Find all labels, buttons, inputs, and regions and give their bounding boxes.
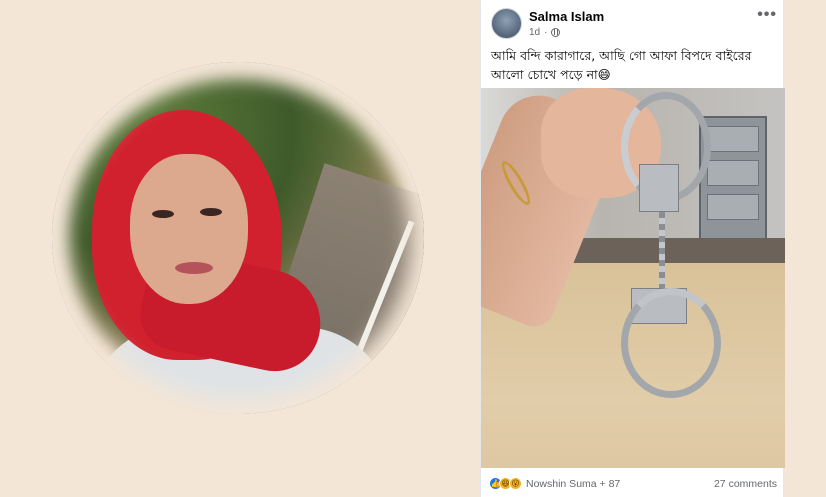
- wow-icon: 😮: [509, 477, 522, 490]
- post-meta: 1d ·: [529, 27, 561, 38]
- reaction-icons[interactable]: 👍 😆 😮: [489, 477, 522, 490]
- post-header: Salma Islam 1d · •••: [481, 0, 785, 44]
- reactions-bar: 👍 😆 😮 Nowshin Suma + 87 27 comments: [481, 470, 785, 497]
- portrait-panel: [0, 0, 470, 497]
- post-time[interactable]: 1d: [529, 27, 540, 38]
- handcuff-ring-bottom: [621, 288, 721, 398]
- post-caption: আমি বন্দি কারাগারে, আছি গো আফা বিপদে বাই…: [491, 48, 752, 82]
- author-name[interactable]: Salma Islam: [529, 9, 604, 24]
- globe-icon: [551, 28, 561, 37]
- drawer: [707, 126, 759, 152]
- facebook-post-card: Salma Islam 1d · ••• আমি বন্দি কারাগারে,…: [480, 0, 785, 497]
- meta-separator: ·: [544, 27, 548, 38]
- handcuff-lock-top: [639, 164, 679, 212]
- reaction-summary[interactable]: Nowshin Suma + 87: [526, 478, 714, 490]
- profile-portrait-photo: [52, 62, 424, 414]
- avatar[interactable]: [491, 8, 522, 39]
- drawer: [707, 194, 759, 220]
- more-horizontal-icon[interactable]: •••: [757, 6, 777, 24]
- drawer: [707, 160, 759, 186]
- handcuff-chain: [659, 212, 665, 290]
- post-photo-handcuffs[interactable]: [481, 88, 785, 468]
- vignette: [52, 62, 424, 414]
- comments-count[interactable]: 27 comments: [714, 478, 777, 490]
